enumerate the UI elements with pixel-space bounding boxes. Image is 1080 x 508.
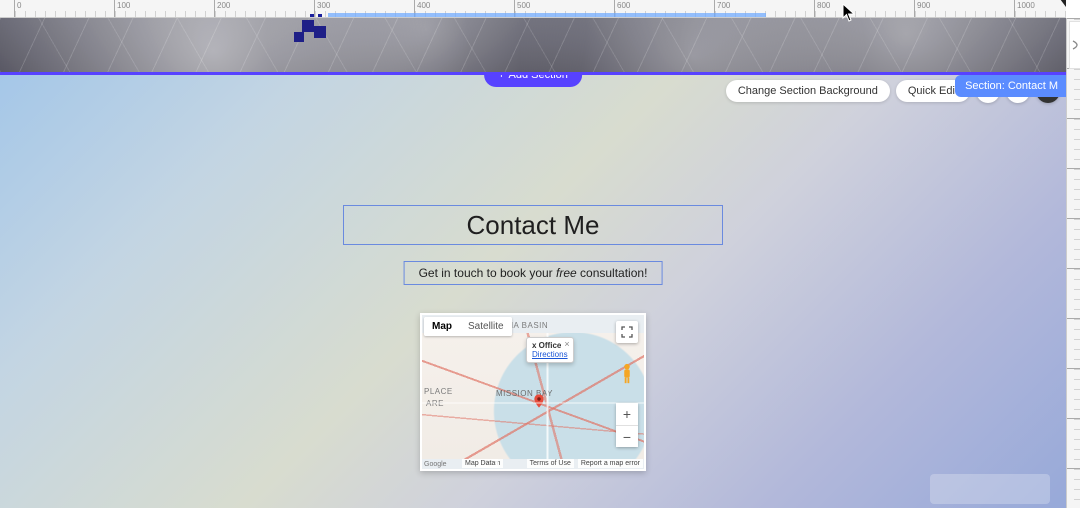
map-label-are: ARE bbox=[426, 399, 444, 408]
map-report-link[interactable]: Report a map error bbox=[578, 459, 643, 468]
section-background-texture bbox=[0, 18, 1066, 72]
map-pin-icon[interactable] bbox=[531, 393, 547, 409]
directions-link[interactable]: Directions bbox=[532, 350, 568, 359]
info-title: x Office bbox=[532, 341, 568, 350]
change-background-button[interactable]: Change Section Background bbox=[726, 80, 890, 102]
heading-text: Contact Me bbox=[467, 210, 600, 241]
map-footer-right: Terms of Use Report a map error bbox=[527, 459, 643, 468]
right-panel-handle[interactable] bbox=[1069, 21, 1080, 69]
ruler-horizontal bbox=[0, 0, 1066, 18]
map-type-satellite[interactable]: Satellite bbox=[460, 317, 512, 336]
map-zoom-control: + − bbox=[616, 403, 638, 447]
map-streetview-pegman[interactable] bbox=[616, 361, 638, 387]
map-label-place: PLACE bbox=[424, 387, 453, 396]
watermark-overlay bbox=[930, 474, 1050, 504]
subheading-pre: Get in touch to book your bbox=[419, 266, 556, 280]
subheading-post: consultation! bbox=[577, 266, 648, 280]
map-data-label: Map Data bbox=[462, 459, 498, 468]
ruler-vertical bbox=[1066, 18, 1080, 508]
map-type-switch: Map Satellite bbox=[424, 317, 512, 336]
section-contact[interactable]: + Add Section Change Section Background … bbox=[0, 72, 1066, 508]
map-label-mission-bay: MISSION BAY bbox=[496, 389, 553, 398]
add-section-label: Add Section bbox=[509, 72, 568, 81]
heading-contact-me[interactable]: Contact Me bbox=[343, 205, 723, 245]
map-footer-links: Map Data bbox=[462, 459, 498, 468]
section-name-tag[interactable]: Section: Contact M bbox=[955, 75, 1066, 97]
map-zoom-in[interactable]: + bbox=[616, 403, 638, 425]
map-attribution: Google bbox=[424, 461, 447, 468]
map-terms-link[interactable]: Terms of Use bbox=[527, 459, 574, 468]
close-icon[interactable]: × bbox=[564, 339, 569, 349]
map-type-map[interactable]: Map bbox=[424, 317, 460, 336]
map-info-window: × x Office Directions bbox=[526, 337, 574, 363]
ruler-selection-span bbox=[328, 13, 766, 17]
map-widget[interactable]: CHINA BASIN MISSION BAY PLACE ARE Map Sa… bbox=[420, 313, 646, 471]
cursor-icon bbox=[842, 4, 856, 22]
subheading-consultation[interactable]: Get in touch to book your free consultat… bbox=[404, 261, 663, 285]
ruler-down-arrow bbox=[1060, 0, 1066, 7]
plus-icon: + bbox=[498, 72, 504, 81]
add-section-button[interactable]: + Add Section bbox=[484, 72, 582, 87]
map-zoom-out[interactable]: − bbox=[616, 425, 638, 447]
subheading-em: free bbox=[556, 266, 577, 280]
map-fullscreen-button[interactable] bbox=[616, 321, 638, 343]
